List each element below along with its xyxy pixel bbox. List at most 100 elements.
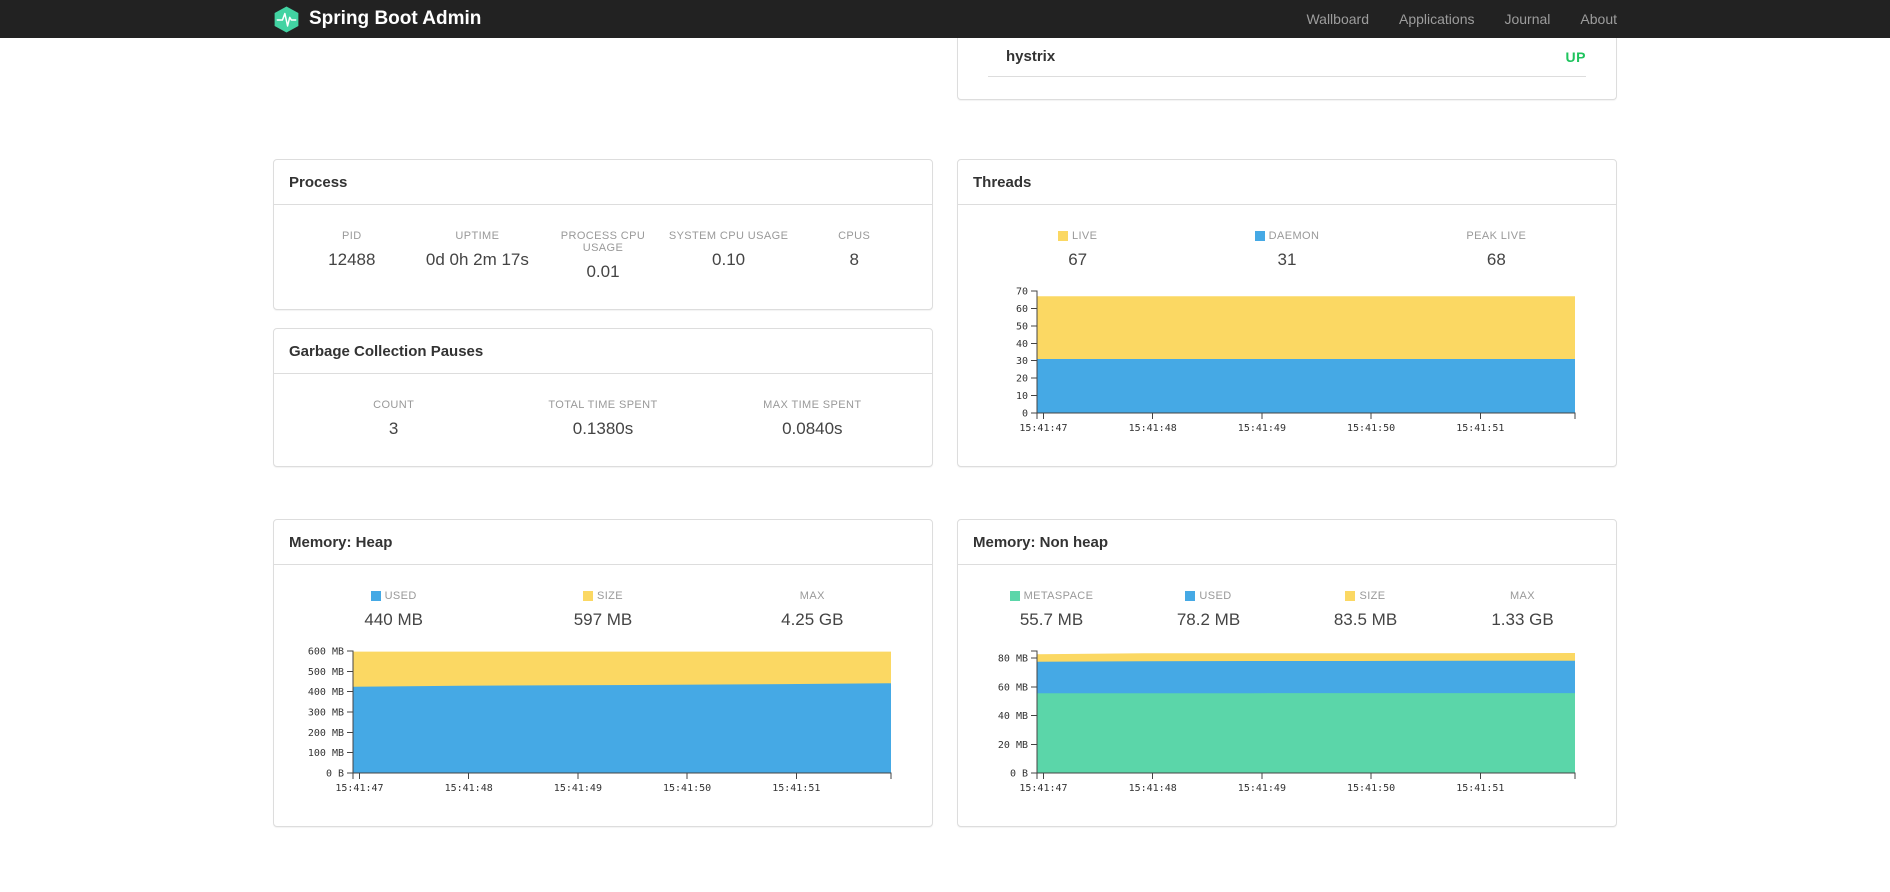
svg-text:15:41:50: 15:41:50 xyxy=(1347,423,1395,434)
stat-label: DAEMON xyxy=(1182,230,1391,242)
brand-link[interactable]: Spring Boot Admin xyxy=(273,6,481,33)
stat-label-text: DAEMON xyxy=(1268,230,1320,242)
stat-label: LIVE xyxy=(973,230,1182,242)
legend-swatch-icon xyxy=(1009,591,1020,601)
process-stats: PID 12488 UPTIME 0d 0h 2m 17s PROCESS CPU US… xyxy=(289,230,917,282)
svg-text:15:41:48: 15:41:48 xyxy=(444,783,492,794)
legend-swatch-icon xyxy=(1057,231,1068,241)
application-status-panel: hystrix UP xyxy=(957,38,1617,100)
stat-pid: PID 12488 xyxy=(289,230,415,282)
legend-swatch-icon xyxy=(1185,591,1196,601)
stat-label-text: USED xyxy=(384,590,417,602)
stat-value: 0.1380s xyxy=(572,419,634,438)
stat-value: 4.25 GB xyxy=(781,610,844,629)
nav-link-journal[interactable]: Journal xyxy=(1504,11,1550,27)
stat-label: PID xyxy=(289,230,415,242)
navbar: Spring Boot Admin Wallboard Applications J… xyxy=(0,0,1890,38)
pulse-hexagon-logo-icon xyxy=(274,6,299,32)
svg-text:0: 0 xyxy=(1021,409,1027,420)
svg-text:600 MB: 600 MB xyxy=(307,647,343,658)
stat-value: 0.10 xyxy=(712,250,746,269)
stat-label: SIZE xyxy=(498,590,707,602)
application-name-link[interactable]: hystrix xyxy=(1006,48,1055,65)
application-status-row: hystrix UP xyxy=(988,38,1586,77)
nav-link-applications[interactable]: Applications xyxy=(1399,11,1475,27)
stat-live: LIVE 67 xyxy=(973,230,1182,270)
stat-label: SYSTEM CPU USAGE xyxy=(666,230,792,242)
svg-text:15:41:51: 15:41:51 xyxy=(1456,423,1504,434)
stat-label-text: USED xyxy=(1199,590,1232,602)
legend-swatch-icon xyxy=(1345,591,1356,601)
threads-panel: Threads LIVE 67 DAEMON 31 PEAK LIVE 68 0 10 20 3… xyxy=(957,159,1617,467)
stat-label: COUNT xyxy=(289,399,498,411)
stat-peak-live: PEAK LIVE 68 xyxy=(1392,230,1601,270)
svg-text:400 MB: 400 MB xyxy=(307,687,343,698)
nav-link-wallboard[interactable]: Wallboard xyxy=(1306,11,1369,27)
svg-text:200 MB: 200 MB xyxy=(307,728,343,739)
stat-cpus: CPUS 8 xyxy=(791,230,917,282)
stat-label: PEAK LIVE xyxy=(1392,230,1601,242)
stat-label-text: MAX xyxy=(1509,590,1536,602)
stat-label-text: CPUS xyxy=(838,230,871,242)
nav-link-about[interactable]: About xyxy=(1580,11,1617,27)
svg-text:15:41:51: 15:41:51 xyxy=(772,783,820,794)
memory-nonheap-legend-stats: METASPACE 55.7 MB USED 78.2 MB SIZE 83.5 MB MA… xyxy=(973,590,1601,630)
stat-label: MAX TIME SPENT xyxy=(708,399,917,411)
svg-text:15:41:49: 15:41:49 xyxy=(553,783,601,794)
svg-text:10: 10 xyxy=(1015,391,1027,402)
svg-text:500 MB: 500 MB xyxy=(307,667,343,678)
svg-text:15:41:49: 15:41:49 xyxy=(1237,783,1285,794)
stat-process-cpu-usage: PROCESS CPU USAGE 0.01 xyxy=(540,230,666,282)
stat-label: MAX xyxy=(708,590,917,602)
stat-value: 0d 0h 2m 17s xyxy=(425,250,529,269)
stat-value: 0.0840s xyxy=(782,419,843,438)
stat-value: 440 MB xyxy=(364,610,423,629)
stat-max-time-spent: MAX TIME SPENT 0.0840s xyxy=(708,399,917,439)
svg-text:20 MB: 20 MB xyxy=(997,740,1027,751)
stat-label: TOTAL TIME SPENT xyxy=(498,399,707,411)
gc-panel: Garbage Collection Pauses COUNT 3 TOTAL TI… xyxy=(273,328,933,467)
threads-chart: 0 10 20 30 40 50 60 70 15:41:47 15:41:48 15:41:49 1… xyxy=(973,284,1601,439)
memory-heap-chart: 0 B 100 MB 200 MB 300 MB 400 MB 500 MB 600 MB 1… xyxy=(289,644,917,799)
stat-label-text: SIZE xyxy=(596,590,624,602)
legend-swatch-icon xyxy=(582,591,593,601)
stat-used: USED 78.2 MB xyxy=(1130,590,1287,630)
svg-text:15:41:48: 15:41:48 xyxy=(1128,423,1176,434)
svg-text:15:41:49: 15:41:49 xyxy=(1237,423,1285,434)
stat-value: 68 xyxy=(1486,250,1506,269)
svg-text:70: 70 xyxy=(1015,287,1027,298)
svg-text:15:41:47: 15:41:47 xyxy=(335,783,383,794)
stat-system-cpu-usage: SYSTEM CPU USAGE 0.10 xyxy=(666,230,792,282)
brand-title: Spring Boot Admin xyxy=(309,8,482,29)
stat-label: CPUS xyxy=(791,230,917,242)
svg-text:15:41:50: 15:41:50 xyxy=(1347,783,1395,794)
stat-value: 55.7 MB xyxy=(1019,610,1084,629)
svg-text:40: 40 xyxy=(1015,339,1027,350)
stat-label-text: PEAK LIVE xyxy=(1466,230,1527,242)
memory-heap-panel-title: Memory: Heap xyxy=(274,520,932,565)
stat-label-text: LIVE xyxy=(1071,230,1098,242)
stat-total-time-spent: TOTAL TIME SPENT 0.1380s xyxy=(498,399,707,439)
stat-value: 31 xyxy=(1277,250,1297,269)
stat-label-text: MAX xyxy=(799,590,825,602)
stat-daemon: DAEMON 31 xyxy=(1182,230,1391,270)
stat-count: COUNT 3 xyxy=(289,399,498,439)
stat-uptime: UPTIME 0d 0h 2m 17s xyxy=(415,230,541,282)
svg-text:0 B: 0 B xyxy=(1009,769,1027,780)
stat-label-text: COUNT xyxy=(373,399,415,411)
stat-label-text: TOTAL TIME SPENT xyxy=(548,399,658,411)
gc-stats: COUNT 3 TOTAL TIME SPENT 0.1380s MAX TIME SP… xyxy=(289,399,917,439)
legend-swatch-icon xyxy=(1254,231,1265,241)
memory-nonheap-chart: 0 B 20 MB 40 MB 60 MB 80 MB 15:41:47 15:41:48 1… xyxy=(973,644,1601,799)
svg-text:15:41:51: 15:41:51 xyxy=(1456,783,1504,794)
svg-text:300 MB: 300 MB xyxy=(307,708,343,719)
legend-swatch-icon xyxy=(370,591,381,601)
svg-text:60: 60 xyxy=(1015,304,1027,315)
svg-text:20: 20 xyxy=(1015,374,1027,385)
svg-text:15:41:48: 15:41:48 xyxy=(1128,783,1176,794)
stat-max: MAX 4.25 GB xyxy=(708,590,917,630)
stat-metaspace: METASPACE 55.7 MB xyxy=(973,590,1130,630)
stat-label: USED xyxy=(289,590,498,602)
memory-nonheap-panel: Memory: Non heap METASPACE 55.7 MB USED 78.… xyxy=(957,519,1617,827)
stat-label: METASPACE xyxy=(973,590,1130,602)
